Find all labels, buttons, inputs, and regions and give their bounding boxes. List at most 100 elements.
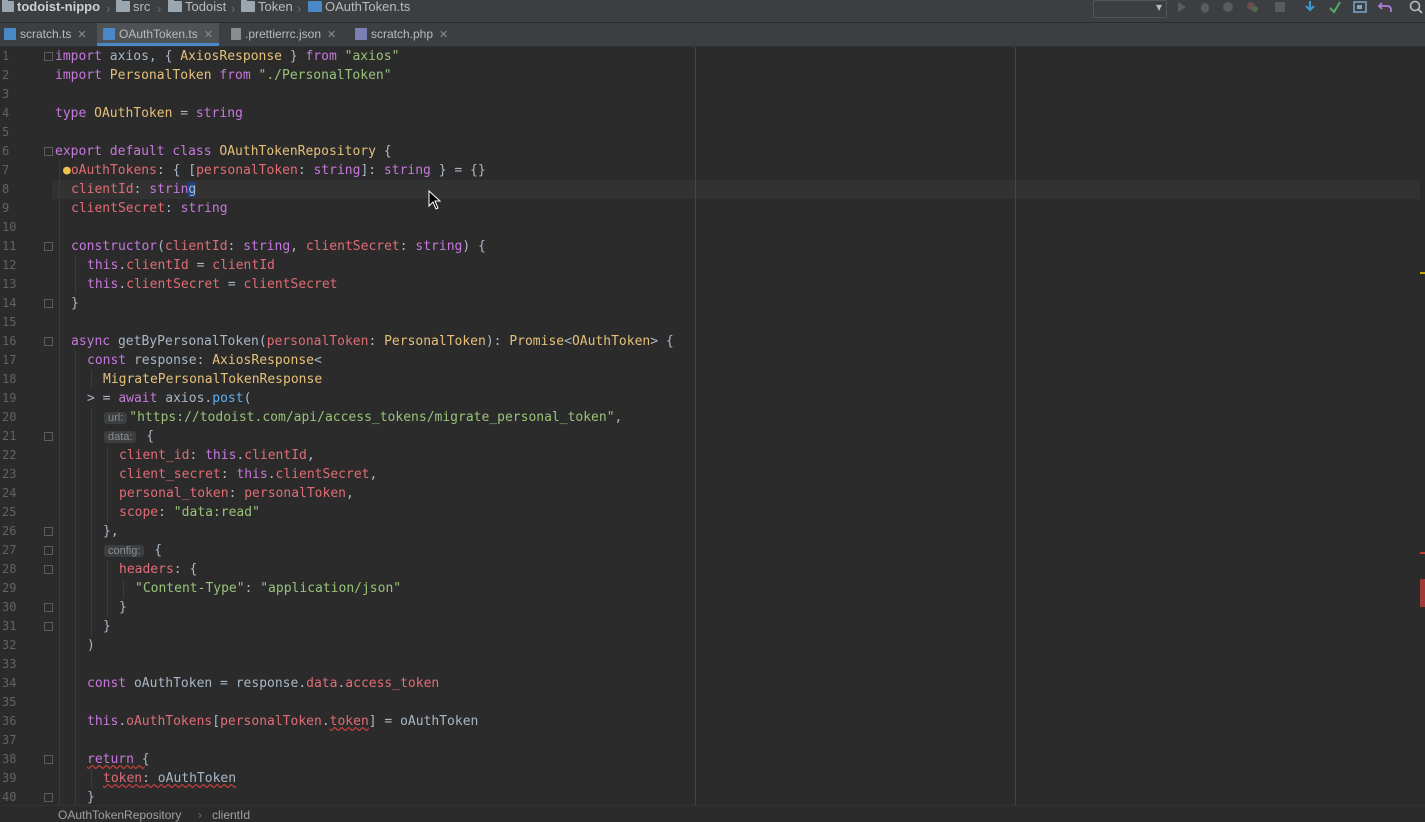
line-number[interactable]: 29 <box>2 581 22 595</box>
code-line-19[interactable]: > = await axios.post( <box>87 389 251 408</box>
fold-marker[interactable] <box>44 622 53 631</box>
line-number[interactable]: 16 <box>2 334 22 348</box>
code-line-31[interactable]: } <box>103 617 111 636</box>
tab-scratch-ts[interactable]: scratch.ts ✕ <box>4 23 87 46</box>
line-number[interactable]: 4 <box>2 106 22 120</box>
breadcrumb-todoist[interactable]: Todoist <box>168 0 226 20</box>
breadcrumb-src[interactable]: src <box>116 0 150 20</box>
fold-marker[interactable] <box>44 242 53 251</box>
search-icon[interactable] <box>1408 0 1424 14</box>
line-number[interactable]: 39 <box>2 771 22 785</box>
line-number[interactable]: 24 <box>2 486 22 500</box>
coverage-icon[interactable] <box>1220 0 1236 14</box>
code-line-11[interactable]: constructor(clientId: string, clientSecr… <box>71 237 486 256</box>
code-line-21[interactable]: data: { <box>104 427 154 446</box>
line-number[interactable]: 17 <box>2 353 22 367</box>
code-line-16[interactable]: async getByPersonalToken(personalToken: … <box>71 332 674 351</box>
tab-oauthtoken-ts[interactable]: OAuthToken.ts ✕ <box>97 23 219 46</box>
code-line-12[interactable]: this.clientId = clientId <box>87 256 275 275</box>
tab-scratch-php[interactable]: scratch.php ✕ <box>355 23 448 46</box>
line-number[interactable]: 38 <box>2 752 22 766</box>
line-number[interactable]: 25 <box>2 505 22 519</box>
code-line-40[interactable]: } <box>87 788 95 805</box>
run-configuration-select[interactable] <box>1093 0 1167 18</box>
line-number[interactable]: 19 <box>2 391 22 405</box>
line-number[interactable]: 8 <box>2 182 22 196</box>
line-number[interactable]: 21 <box>2 429 22 443</box>
fold-marker[interactable] <box>44 793 53 802</box>
line-number[interactable]: 32 <box>2 638 22 652</box>
line-number[interactable]: 31 <box>2 619 22 633</box>
code-line-39[interactable]: token: oAuthToken <box>103 769 236 788</box>
fold-marker[interactable] <box>44 603 53 612</box>
code-line-8[interactable]: clientId: string <box>71 180 197 199</box>
line-number[interactable]: 37 <box>2 733 22 747</box>
code-line-7[interactable]: ●oAuthTokens: { [personalToken: string]:… <box>63 161 486 180</box>
breadcrumb-token[interactable]: Token <box>241 0 293 20</box>
code-line-26[interactable]: }, <box>103 522 119 541</box>
code-line-25[interactable]: scope: "data:read" <box>119 503 260 522</box>
fold-marker[interactable] <box>44 755 53 764</box>
tab-prettierrc-json[interactable]: .prettierrc.json ✕ <box>231 23 336 46</box>
fold-marker[interactable] <box>44 432 53 441</box>
close-icon[interactable]: ✕ <box>327 29 336 41</box>
line-number[interactable]: 10 <box>2 220 22 234</box>
fold-marker[interactable] <box>44 527 53 536</box>
line-number[interactable]: 35 <box>2 695 22 709</box>
breadcrumb-file[interactable]: OAuthToken.ts <box>308 0 410 20</box>
vcs-compare-icon[interactable] <box>1352 0 1368 14</box>
line-number[interactable]: 1 <box>2 49 22 63</box>
fold-marker[interactable] <box>44 299 53 308</box>
code-line-27[interactable]: config: { <box>104 541 162 560</box>
line-number[interactable]: 6 <box>2 144 22 158</box>
line-number[interactable]: 11 <box>2 239 22 253</box>
line-number[interactable]: 40 <box>2 790 22 804</box>
code-line-22[interactable]: client_id: this.clientId, <box>119 446 315 465</box>
error-marker[interactable] <box>1420 579 1425 607</box>
code-line-13[interactable]: this.clientSecret = clientSecret <box>87 275 337 294</box>
close-icon[interactable]: ✕ <box>439 29 448 41</box>
code-line-14[interactable]: } <box>71 294 79 313</box>
stop-icon[interactable] <box>1272 0 1288 14</box>
fold-marker[interactable] <box>44 147 53 156</box>
vcs-update-icon[interactable] <box>1302 0 1318 14</box>
profile-icon[interactable] <box>1245 0 1261 14</box>
line-number[interactable]: 7 <box>2 163 22 177</box>
line-number[interactable]: 3 <box>2 87 22 101</box>
code-line-6[interactable]: export default class OAuthTokenRepositor… <box>55 142 392 161</box>
line-number[interactable]: 5 <box>2 125 22 139</box>
line-number[interactable]: 36 <box>2 714 22 728</box>
close-icon[interactable]: ✕ <box>204 29 213 41</box>
breadcrumb-class[interactable]: OAuthTokenRepository <box>58 808 181 822</box>
vcs-commit-icon[interactable] <box>1327 0 1343 14</box>
code-line-24[interactable]: personal_token: personalToken, <box>119 484 354 503</box>
project-breadcrumb[interactable]: todoist-nippo <box>2 0 100 20</box>
line-number[interactable]: 15 <box>2 315 22 329</box>
line-number[interactable]: 13 <box>2 277 22 291</box>
code-line-20[interactable]: url: "https://todoist.com/api/access_toke… <box>104 408 622 427</box>
code-line-38[interactable]: return { <box>87 750 150 769</box>
line-number[interactable]: 14 <box>2 296 22 310</box>
fold-marker[interactable] <box>44 337 53 346</box>
code-line-18[interactable]: MigratePersonalTokenResponse <box>103 370 322 389</box>
code-editor[interactable]: 1 2 3 4 5 6 7 8 9 10 11 12 13 14 15 16 17 18 19 20 21 22 23 24 2… <box>0 47 1425 805</box>
line-number[interactable]: 2 <box>2 68 22 82</box>
line-number[interactable]: 12 <box>2 258 22 272</box>
debug-icon[interactable] <box>1197 0 1213 14</box>
code-line-2[interactable]: import PersonalToken from "./PersonalTok… <box>55 66 392 85</box>
line-number[interactable]: 28 <box>2 562 22 576</box>
code-line-23[interactable]: client_secret: this.clientSecret, <box>119 465 377 484</box>
line-number[interactable]: 18 <box>2 372 22 386</box>
code-line-34[interactable]: const oAuthToken = response.data.access_… <box>87 674 439 693</box>
code-line-28[interactable]: headers: { <box>119 560 197 579</box>
line-number[interactable]: 23 <box>2 467 22 481</box>
fold-marker[interactable] <box>44 52 53 61</box>
line-number[interactable]: 34 <box>2 676 22 690</box>
code-line-29[interactable]: "Content-Type": "application/json" <box>135 579 401 598</box>
line-number[interactable]: 20 <box>2 410 22 424</box>
code-line-9[interactable]: clientSecret: string <box>71 199 228 218</box>
run-icon[interactable] <box>1174 0 1190 14</box>
bulb-icon[interactable]: ● <box>63 163 71 178</box>
line-number[interactable]: 22 <box>2 448 22 462</box>
line-number[interactable]: 33 <box>2 657 22 671</box>
